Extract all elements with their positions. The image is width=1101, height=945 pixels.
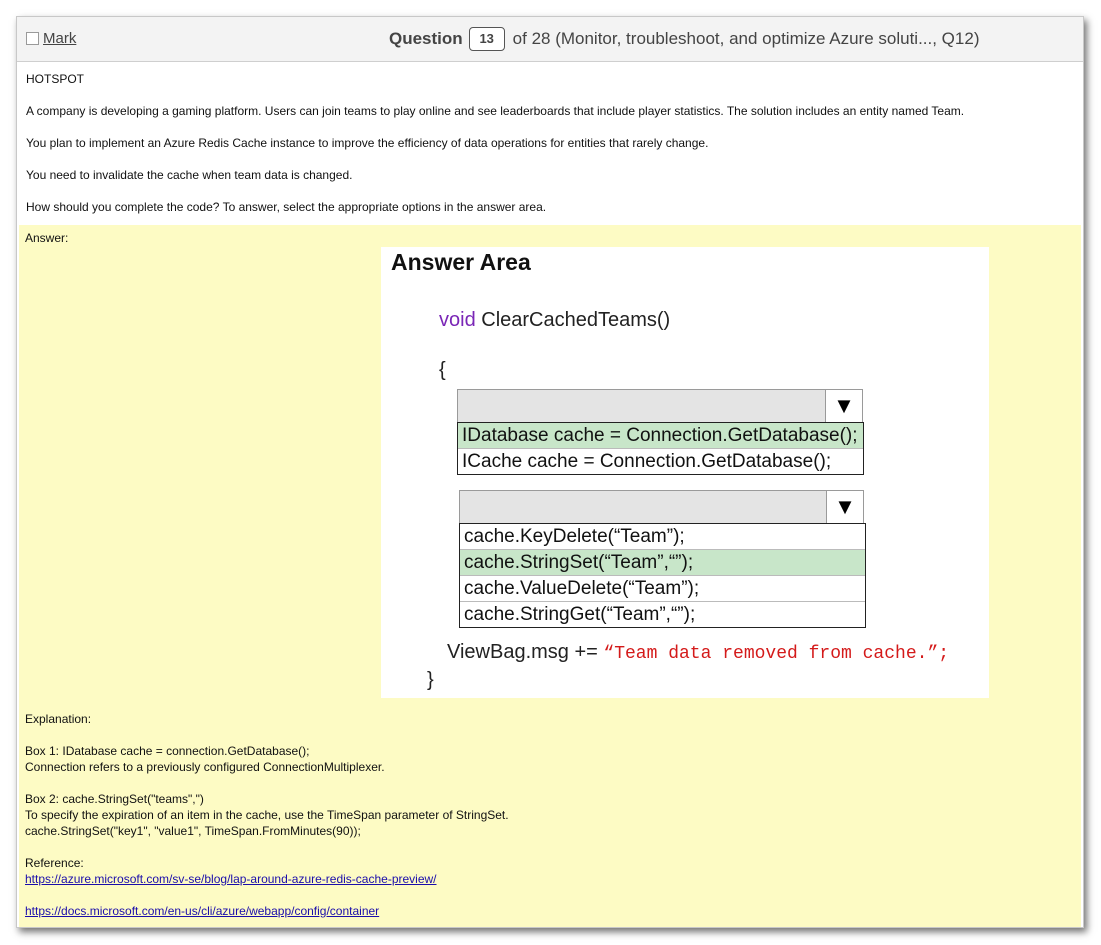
explanation-label: Explanation: [25,712,92,726]
open-brace: { [439,359,446,381]
question-suffix: of 28 (Monitor, troubleshoot, and optimi… [512,29,980,48]
question-window: Mark Question 13 of 28 (Monitor, trouble… [16,16,1084,928]
viewbag-prefix: ViewBag.msg += [447,641,604,663]
close-brace: } [427,669,434,691]
dropdown-1-header[interactable]: ▼ [457,389,863,423]
dropdown-arrow-icon[interactable]: ▼ [825,390,862,422]
answer-section: Answer: Answer Area void ClearCachedTeam… [19,225,1081,927]
box1-text: Connection refers to a previously config… [25,760,385,774]
reference-link[interactable]: https://docs.microsoft.com/en-us/cli/azu… [25,904,379,918]
dropdown-2-header[interactable]: ▼ [459,490,864,524]
dropdown-1-options: IDatabase cache = Connection.GetDatabase… [457,422,864,475]
question-paragraph: How should you complete the code? To ans… [26,200,547,214]
question-header-bar: Mark Question 13 of 28 (Monitor, trouble… [17,17,1083,62]
dropdown-2-options: cache.KeyDelete(“Team”); cache.StringSet… [459,523,866,628]
question-type: HOTSPOT [26,72,85,86]
answer-label: Answer: [25,231,69,245]
code-method: ClearCachedTeams() [475,309,671,331]
reference-label: Reference: [25,856,84,870]
question-paragraph: You need to invalidate the cache when te… [26,168,353,182]
question-paragraph: A company is developing a gaming platfor… [26,104,965,118]
explanation: Explanation: Box 1: IDatabase cache = co… [25,711,1071,919]
box1-title: Box 1: IDatabase cache = connection.GetD… [25,744,310,758]
viewbag-line: ViewBag.msg += “Team data removed from c… [447,641,949,664]
box2-code: cache.StringSet("key1", "value1", TimeSp… [25,824,361,838]
dropdown-option[interactable]: cache.KeyDelete(“Team”); [460,524,865,550]
dropdown-option[interactable]: IDatabase cache = Connection.GetDatabase… [458,423,863,449]
answer-area-title: Answer Area [391,249,531,275]
checkbox-icon[interactable] [26,32,39,45]
dropdown-option[interactable]: cache.StringGet(“Team”,“”); [460,602,865,627]
mark-label[interactable]: Mark [43,30,76,47]
box2-text: To specify the expiration of an item in … [25,808,509,822]
method-signature: void ClearCachedTeams() [439,309,670,332]
question-paragraph: You plan to implement an Azure Redis Cac… [26,136,709,150]
dropdown-arrow-icon[interactable]: ▼ [826,491,863,523]
box2-title: Box 2: cache.StringSet("teams",") [25,792,204,806]
reference-link[interactable]: https://azure.microsoft.com/sv-se/blog/l… [25,872,437,886]
question-text: HOTSPOT A company is developing a gaming… [26,71,1073,231]
code-keyword: void [439,309,476,331]
answer-area-image: Answer Area void ClearCachedTeams() { ▼ … [381,247,989,698]
question-number-input[interactable]: 13 [468,27,505,51]
mark-checkbox[interactable]: Mark [26,30,76,47]
dropdown-option[interactable]: cache.StringSet(“Team”,“”); [460,550,865,576]
question-counter: Question 13 of 28 (Monitor, troubleshoot… [389,27,979,51]
dropdown-option[interactable]: cache.ValueDelete(“Team”); [460,576,865,602]
question-word: Question [389,29,463,48]
string-literal: “Team data removed from cache.”; [603,644,950,664]
dropdown-option[interactable]: ICache cache = Connection.GetDatabase(); [458,449,863,474]
